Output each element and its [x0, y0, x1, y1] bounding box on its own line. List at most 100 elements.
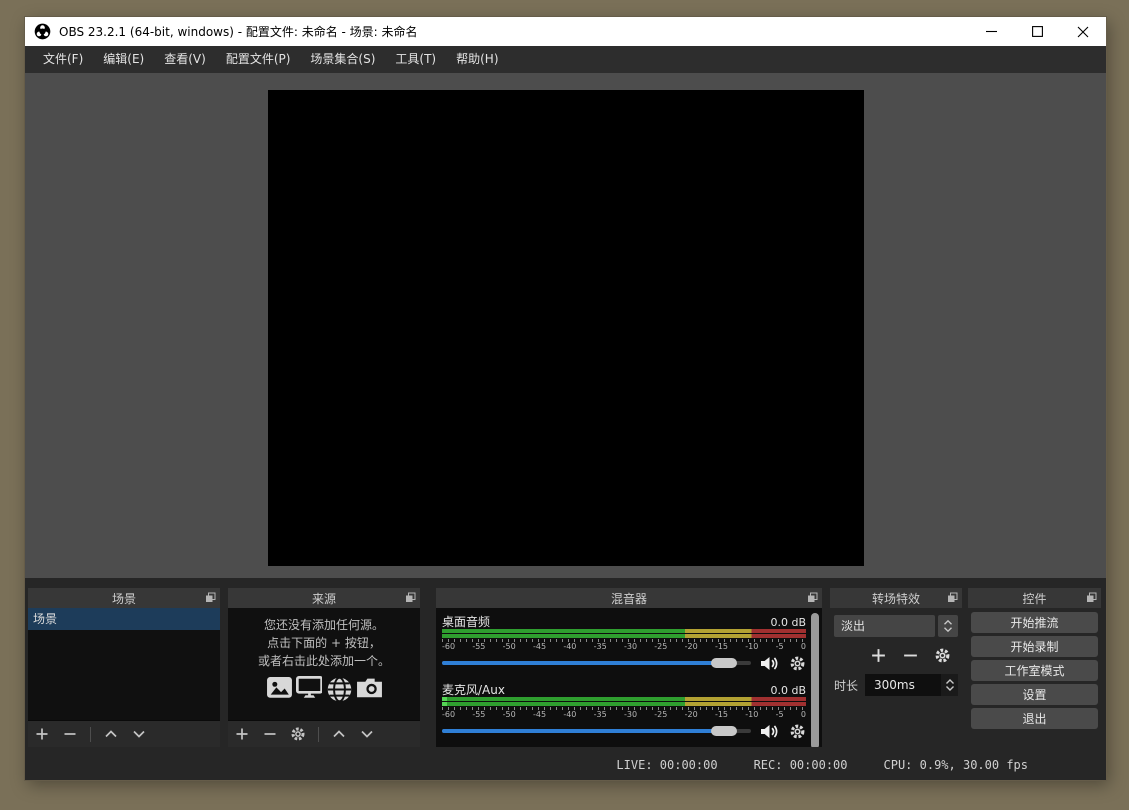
status-bar: LIVE: 00:00:00 REC: 00:00:00 CPU: 0.9%, … — [25, 750, 1106, 780]
menu-help[interactable]: 帮助(H) — [446, 46, 508, 73]
transition-select-spinner[interactable] — [938, 615, 958, 637]
obs-window: OBS 23.2.1 (64-bit, windows) - 配置文件: 未命名… — [25, 17, 1106, 780]
dock-area: 场景 场景 来源 — [25, 578, 1106, 750]
scenes-toolbar — [28, 720, 220, 747]
channel-name: 桌面音频 — [442, 613, 490, 630]
sources-panel: 来源 您还没有添加任何源。 点击下面的 + 按钮， 或者右击此处添加一个。 — [228, 588, 420, 747]
transitions-panel: 转场特效 淡出 时长 300ms — [830, 588, 962, 747]
camera-source-icon — [356, 676, 383, 700]
volume-slider-handle[interactable] — [711, 726, 737, 736]
exit-button[interactable]: 退出 — [971, 708, 1098, 729]
transition-properties-gear-icon[interactable] — [934, 647, 951, 664]
sources-panel-title: 来源 — [312, 590, 336, 607]
preview-area — [25, 73, 1106, 578]
channel-db-value: 0.0 dB — [770, 684, 806, 697]
meter-scale: -60-55-50-45-40-35-30-25-20-15-10-50 — [442, 642, 806, 652]
controls-panel-title: 控件 — [1022, 590, 1046, 607]
mute-speaker-icon[interactable] — [760, 655, 780, 672]
browser-source-icon — [326, 676, 353, 700]
sources-empty-line3: 或者右击此处添加一个。 — [228, 652, 420, 670]
minimize-icon — [986, 26, 997, 37]
source-properties-gear-icon[interactable] — [290, 726, 306, 742]
mixer-channel-mic-aux: 麦克风/Aux 0.0 dB -60-55-50-45-40-35-30-25-… — [442, 681, 806, 742]
scenes-panel-title: 场景 — [112, 590, 136, 607]
sources-toolbar — [228, 720, 420, 747]
meter-scale: -60-55-50-45-40-35-30-25-20-15-10-50 — [442, 710, 806, 720]
volume-slider-handle[interactable] — [711, 658, 737, 668]
toolbar-divider — [90, 727, 91, 742]
close-icon — [1077, 26, 1089, 38]
add-transition-icon[interactable] — [870, 647, 887, 664]
transitions-panel-title: 转场特效 — [872, 590, 920, 607]
status-rec-time: REC: 00:00:00 — [754, 758, 848, 772]
mixer-panel-title: 混音器 — [611, 590, 647, 607]
mixer-channel-desktop-audio: 桌面音频 0.0 dB -60-55-50-45-40-35-30-25-20-… — [442, 613, 806, 674]
volume-meter: -60-55-50-45-40-35-30-25-20-15-10-50 — [442, 697, 806, 720]
window-title: OBS 23.2.1 (64-bit, windows) - 配置文件: 未命名… — [59, 23, 968, 40]
preview-canvas — [268, 90, 864, 566]
source-type-icons — [228, 676, 420, 700]
mute-speaker-icon[interactable] — [760, 723, 780, 740]
scene-down-icon[interactable] — [131, 726, 147, 742]
remove-source-icon[interactable] — [262, 726, 278, 742]
menu-edit[interactable]: 编辑(E) — [93, 46, 154, 73]
start-streaming-button[interactable]: 开始推流 — [971, 612, 1098, 633]
minimize-button[interactable] — [968, 17, 1014, 46]
image-source-icon — [266, 676, 293, 700]
source-up-icon[interactable] — [331, 726, 347, 742]
scenes-panel-header: 场景 — [28, 588, 220, 608]
duration-input[interactable]: 300ms — [865, 674, 958, 696]
obs-logo-icon — [34, 23, 51, 40]
channel-db-value: 0.0 dB — [770, 616, 806, 629]
status-cpu-fps: CPU: 0.9%, 30.00 fps — [884, 758, 1029, 772]
toolbar-divider — [318, 727, 319, 742]
sources-panel-header: 来源 — [228, 588, 420, 608]
panel-float-icon — [205, 592, 216, 603]
duration-label: 时长 — [834, 677, 858, 694]
panel-float-icon — [405, 592, 416, 603]
channel-name: 麦克风/Aux — [442, 681, 505, 698]
transition-select[interactable]: 淡出 — [834, 615, 935, 637]
channel-settings-gear-icon[interactable] — [789, 723, 806, 740]
settings-button[interactable]: 设置 — [971, 684, 1098, 705]
sources-empty-line1: 您还没有添加任何源。 — [228, 616, 420, 634]
menu-scene-collection[interactable]: 场景集合(S) — [300, 46, 385, 73]
sources-empty-area[interactable]: 您还没有添加任何源。 点击下面的 + 按钮， 或者右击此处添加一个。 — [228, 608, 420, 720]
panel-float-icon — [947, 592, 958, 603]
panel-float-icon — [1086, 592, 1097, 603]
controls-panel: 控件 开始推流 开始录制 工作室模式 设置 退出 — [968, 588, 1101, 747]
menu-tools[interactable]: 工具(T) — [385, 46, 446, 73]
controls-panel-header: 控件 — [968, 588, 1101, 608]
remove-transition-icon[interactable] — [902, 647, 919, 664]
status-live-time: LIVE: 00:00:00 — [616, 758, 717, 772]
volume-slider[interactable] — [442, 661, 751, 665]
duration-spinner[interactable] — [941, 674, 958, 696]
scenes-panel: 场景 场景 — [28, 588, 220, 747]
scene-list-item[interactable]: 场景 — [28, 608, 220, 630]
volume-meter: -60-55-50-45-40-35-30-25-20-15-10-50 — [442, 629, 806, 652]
studio-mode-button[interactable]: 工作室模式 — [971, 660, 1098, 681]
channel-settings-gear-icon[interactable] — [789, 655, 806, 672]
menu-view[interactable]: 查看(V) — [154, 46, 216, 73]
mixer-panel-header: 混音器 — [436, 588, 822, 608]
menu-file[interactable]: 文件(F) — [33, 46, 93, 73]
maximize-button[interactable] — [1014, 17, 1060, 46]
transitions-panel-header: 转场特效 — [830, 588, 962, 608]
source-down-icon[interactable] — [359, 726, 375, 742]
maximize-icon — [1032, 26, 1043, 37]
title-bar[interactable]: OBS 23.2.1 (64-bit, windows) - 配置文件: 未命名… — [25, 17, 1106, 46]
add-source-icon[interactable] — [234, 726, 250, 742]
mixer-panel: 混音器 桌面音频 0.0 dB -60-55-50- — [436, 588, 822, 747]
volume-slider[interactable] — [442, 729, 751, 733]
sources-empty-line2: 点击下面的 + 按钮， — [228, 634, 420, 652]
menu-bar: 文件(F) 编辑(E) 查看(V) 配置文件(P) 场景集合(S) 工具(T) … — [25, 46, 1106, 73]
start-recording-button[interactable]: 开始录制 — [971, 636, 1098, 657]
scene-up-icon[interactable] — [103, 726, 119, 742]
add-scene-icon[interactable] — [34, 726, 50, 742]
remove-scene-icon[interactable] — [62, 726, 78, 742]
display-source-icon — [296, 676, 323, 700]
mixer-scrollbar[interactable] — [811, 613, 819, 747]
close-button[interactable] — [1060, 17, 1106, 46]
menu-profile[interactable]: 配置文件(P) — [216, 46, 301, 73]
scene-list: 场景 — [28, 608, 220, 720]
